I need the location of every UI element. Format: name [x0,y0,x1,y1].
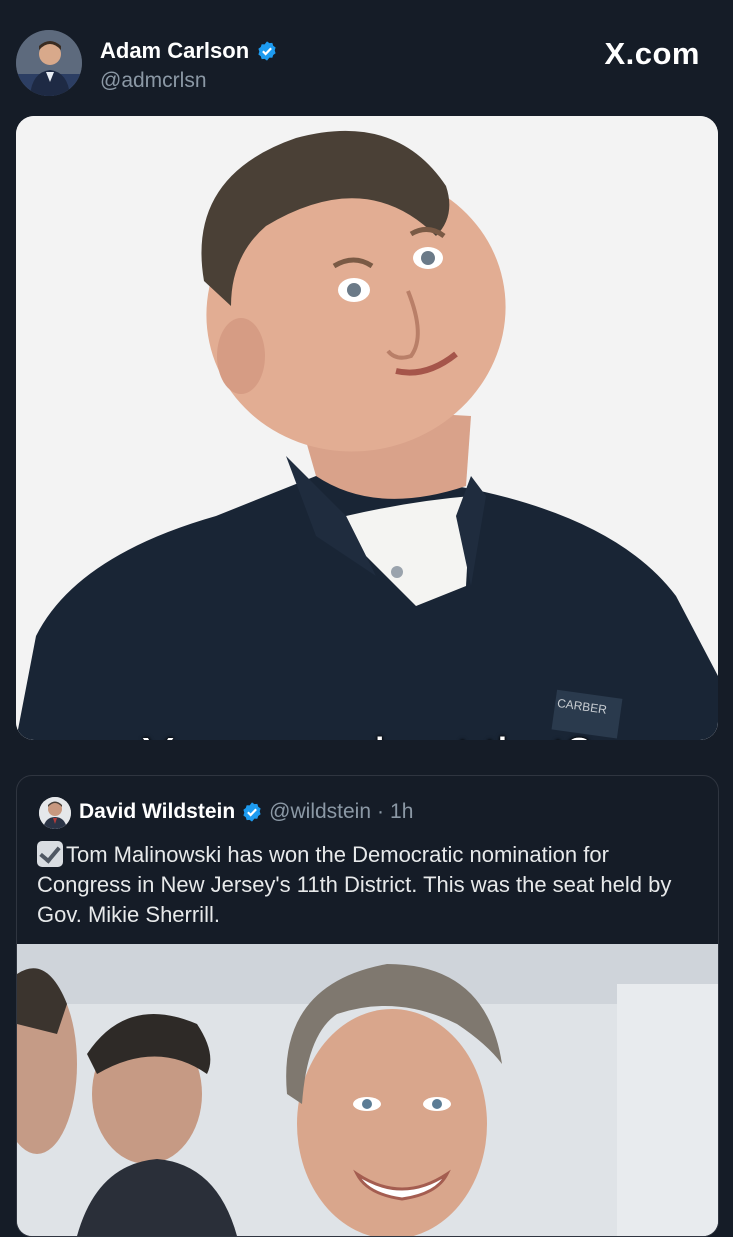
meme-illustration: CARBER [16,116,718,740]
quoted-post-text: Tom Malinowski has won the Democratic no… [37,840,702,930]
post-timestamp[interactable]: 1h [390,800,413,824]
quoted-author-name[interactable]: David Wildstein [79,800,235,824]
meta-separator: · [377,800,385,823]
author-handle[interactable]: @admcrlsn [100,69,207,93]
check-mark-emoji-icon [37,841,63,867]
verified-badge-icon [243,802,261,822]
meme-image[interactable]: CARBER You sure about that? [16,116,718,740]
quoted-author-avatar[interactable] [39,797,71,829]
post-header: Adam Carlson @admcrlsn X.com [0,0,733,112]
quoted-post-photo[interactable] [17,944,718,1236]
quoted-post[interactable]: David Wildstein @wildstein · 1h Tom Mali… [16,775,719,1237]
quoted-author-handle[interactable]: @wildstein [269,800,371,824]
photo-illustration [17,944,718,1236]
author-name[interactable]: Adam Carlson [100,38,249,64]
brand-logo: X.com [604,36,700,71]
quoted-post-body: Tom Malinowski has won the Democratic no… [37,842,672,927]
author-avatar[interactable] [16,30,82,96]
verified-badge-icon [258,41,276,61]
meme-caption: You sure about that? [16,728,718,740]
